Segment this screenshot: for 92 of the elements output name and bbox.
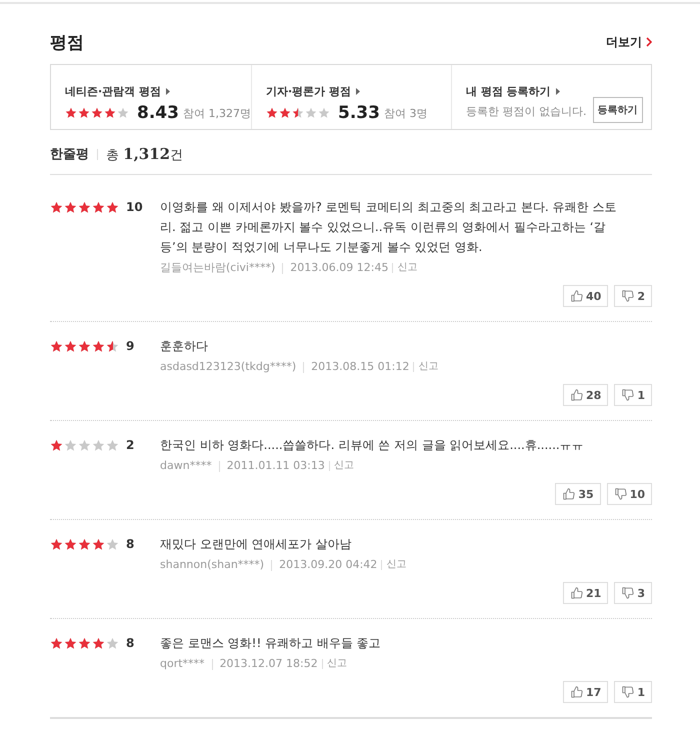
author-name: asdasd123123(tkdg****) [160, 359, 296, 375]
participant-count: 참여 3명 [384, 106, 428, 120]
thumbs-up-icon [571, 290, 584, 302]
like-button[interactable]: 17 [563, 681, 608, 703]
like-button[interactable]: 28 [563, 384, 608, 406]
average-score: 8.43 [137, 103, 179, 123]
like-button[interactable]: 21 [563, 582, 608, 604]
register-button[interactable]: 등록하기 [592, 97, 642, 123]
thumbs-up-icon [563, 488, 576, 500]
review-text: 재밌다 오랜만에 연애세포가 살아남 [160, 536, 352, 553]
review-date: 2013.09.20 04:42 [279, 557, 378, 573]
author-name: dawn**** [160, 458, 212, 474]
star-icon [64, 340, 77, 352]
author-name: 길들여는바람(civi****) [160, 260, 276, 276]
review-date: 2013.12.07 18:52 [220, 656, 318, 672]
chevron-right-icon [646, 37, 652, 47]
participant-count: 참여 1,327명 [182, 106, 251, 120]
review-date: 2013.06.09 12:45 [290, 260, 388, 276]
author-name: shannon(shan****) [160, 557, 264, 573]
star-icon [92, 538, 105, 550]
star-icon [50, 438, 63, 452]
thumbs-down-icon [622, 686, 634, 698]
more-link[interactable]: 더보기 [606, 34, 652, 50]
star-icon [64, 200, 77, 214]
review-score: 8 [126, 537, 134, 551]
thumbs-up-icon [571, 587, 584, 599]
star-icon [50, 636, 63, 650]
star-icon [50, 340, 63, 352]
star-icon [50, 538, 63, 550]
star-icon [65, 107, 77, 119]
review-date: 2013.08.15 01:12 [311, 359, 410, 375]
star-icon [117, 107, 129, 119]
like-button[interactable]: 40 [563, 285, 608, 307]
dislike-button[interactable]: 2 [614, 285, 652, 307]
average-score: 5.33 [338, 103, 380, 123]
star-icon [92, 340, 105, 352]
thumbs-down-icon [622, 389, 634, 401]
register-rating-link[interactable]: 내 평점 등록하기 [466, 84, 560, 99]
star-icon [78, 438, 91, 452]
star-icon [78, 200, 91, 214]
caret-icon [356, 88, 360, 95]
star-icon [106, 438, 119, 452]
star-icon [318, 107, 330, 119]
dislike-button[interactable]: 1 [614, 681, 652, 703]
review-text: 이영화를 왜 이제서야 봤을까? 로멘틱 코메티의 최고중의 최고라고 본다. 유쾌한 스토리. 젊고 이쁜 카메론까지 볼수 있었으니..유독 이런류의 영화에서 필수라고하는 ‘갈등’의 분량이 적었기에 너무나도 기분좋게 볼수 있었던 영화. [160, 199, 618, 256]
rating-category-link[interactable]: 네티즌·관람객 평점 [65, 84, 170, 99]
review-text: 훈훈하다 [160, 338, 209, 355]
author-name: qort**** [160, 656, 205, 672]
like-button[interactable]: 35 [555, 483, 601, 505]
empty-rating-message: 등록한 평점이 없습니다. [466, 104, 586, 118]
star-icon [279, 107, 291, 119]
review-text: 한국인 비하 영화다.....씁쓸하다. 리뷰에 쓴 저의 글을 읽어보세요....휴......ㅠㅠ [160, 437, 585, 454]
star-icon [64, 438, 77, 452]
star-icon [92, 438, 105, 452]
review-date: 2011.01.11 03:13 [226, 458, 325, 474]
dislike-button[interactable]: 1 [614, 384, 652, 406]
star-icon [78, 107, 90, 119]
review-score: 10 [126, 200, 143, 214]
review-score: 8 [126, 636, 134, 650]
dislike-button[interactable]: 10 [606, 483, 652, 505]
star-icon [78, 538, 91, 550]
star-icon [305, 107, 317, 119]
star-icon [106, 340, 119, 352]
reviews-title: 한줄평 [50, 146, 89, 163]
review-text: 좋은 로맨스 영화!! 유쾌하고 배우들 좋고 [160, 635, 382, 652]
rating-category-link[interactable]: 기자·평론가 평점 [266, 84, 360, 99]
thumbs-up-icon [571, 686, 584, 698]
star-icon [91, 107, 103, 119]
star-icon [78, 636, 91, 650]
review-total-count: 총 1,312건 [106, 144, 184, 164]
thumbs-up-icon [571, 389, 584, 401]
star-icon [106, 200, 119, 214]
dislike-button[interactable]: 3 [614, 582, 652, 604]
caret-icon [166, 88, 170, 95]
star-icon [106, 636, 119, 650]
star-icon [92, 200, 105, 214]
star-icon [104, 107, 116, 119]
thumbs-down-icon [614, 488, 627, 500]
review-score: 2 [126, 438, 134, 452]
star-icon [64, 636, 77, 650]
star-icon [64, 538, 77, 550]
star-icon [292, 107, 304, 119]
star-icon [266, 107, 278, 119]
star-icon [92, 636, 105, 650]
review-score: 9 [126, 339, 134, 353]
star-icon [50, 200, 63, 214]
caret-icon [556, 88, 560, 95]
thumbs-down-icon [622, 587, 634, 599]
star-icon [106, 538, 119, 550]
thumbs-down-icon [622, 290, 634, 302]
section-title: 평점 [50, 32, 84, 54]
star-icon [78, 340, 91, 352]
